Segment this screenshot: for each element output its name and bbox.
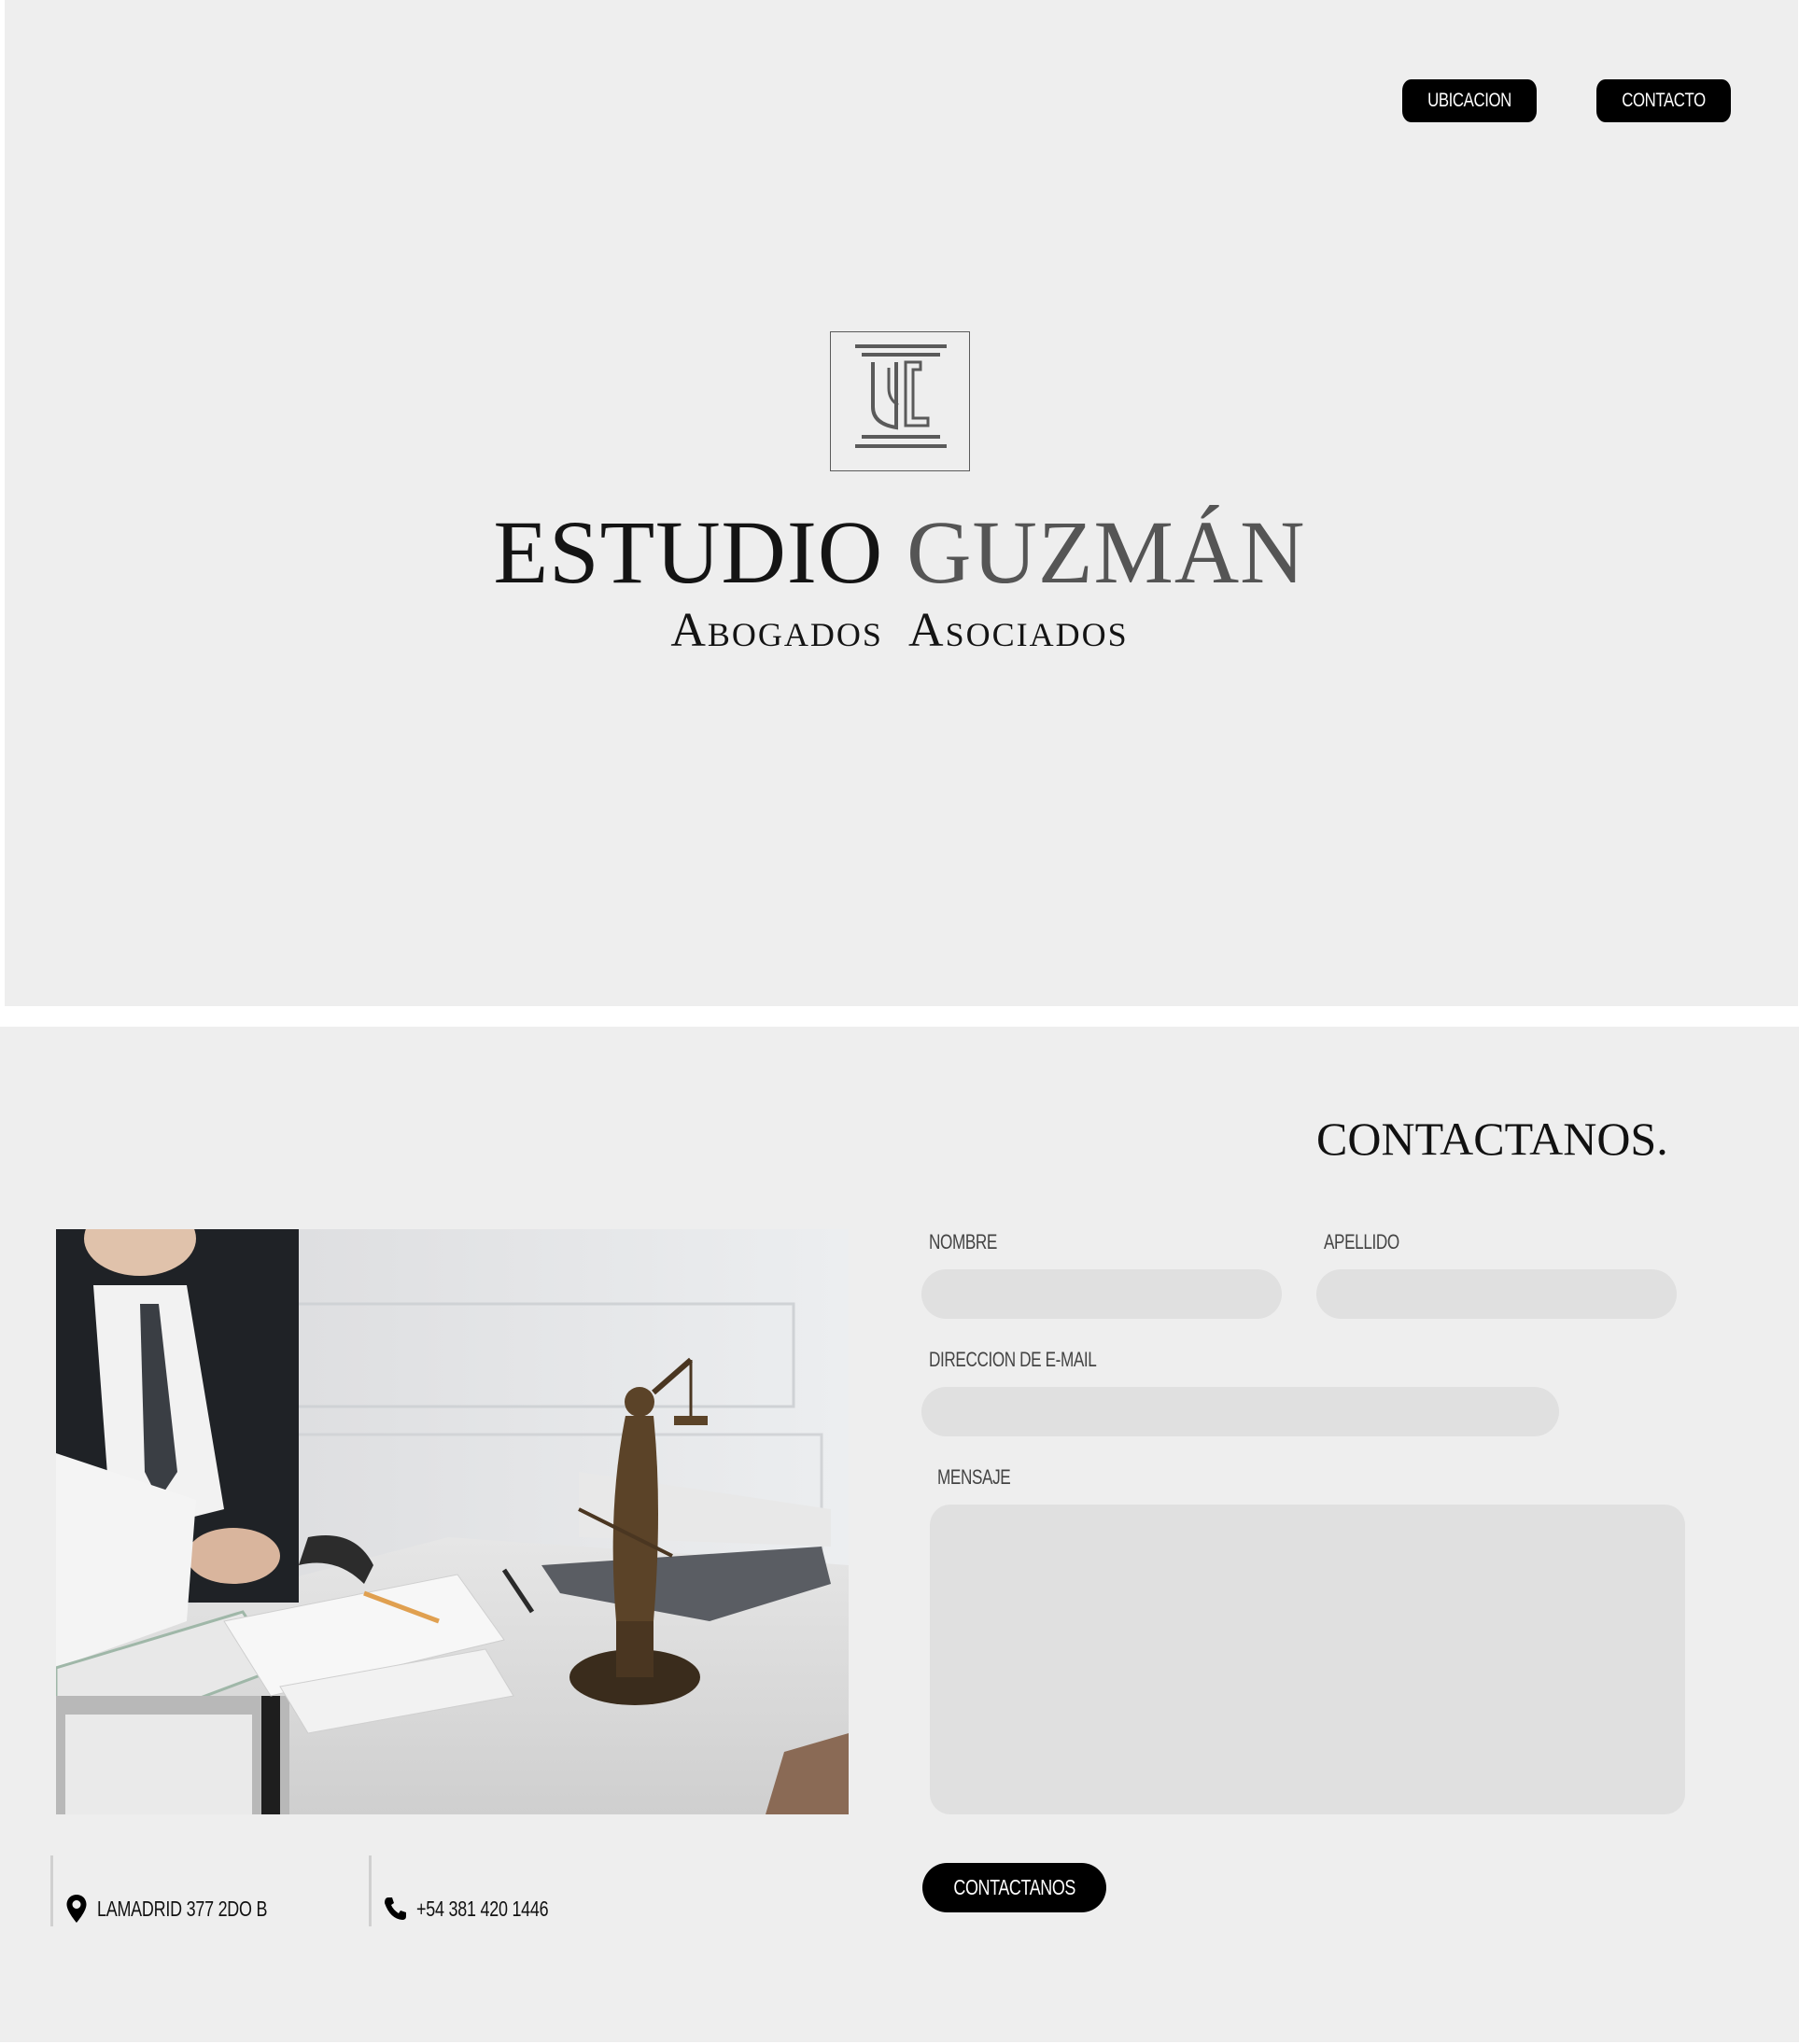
mensaje-textarea[interactable]	[930, 1505, 1685, 1814]
nombre-input[interactable]	[921, 1269, 1282, 1319]
mensaje-label: MENSAJE	[937, 1465, 1011, 1489]
nav-contacto-button[interactable]: CONTACTO	[1596, 79, 1731, 122]
submit-contactanos-button[interactable]: CONTACTANOS	[922, 1863, 1106, 1912]
map-pin-icon	[66, 1895, 87, 1923]
submit-button-label: CONTACTANOS	[953, 1875, 1075, 1899]
apellido-label: APELLIDO	[1324, 1230, 1399, 1253]
brand-name: ESTUDIO GUZMÁN	[0, 501, 1799, 604]
brand-name-part2: GUZMÁN	[907, 502, 1306, 602]
address-text: LAMADRID 377 2DO B	[97, 1896, 268, 1921]
address-info: LAMADRID 377 2DO B	[63, 1892, 316, 1925]
email-input[interactable]	[921, 1387, 1559, 1436]
brand-tagline: Abogados Asociados	[670, 604, 1129, 657]
phone-icon	[385, 1897, 406, 1920]
column-emblem-icon	[855, 344, 947, 448]
info-divider	[50, 1855, 53, 1926]
info-divider	[369, 1855, 372, 1926]
nombre-label: NOMBRE	[929, 1230, 997, 1253]
phone-text[interactable]: +54 381 420 1446	[416, 1897, 549, 1922]
contact-title: CONTACTANOS.	[1316, 1113, 1668, 1165]
apellido-input[interactable]	[1316, 1269, 1677, 1319]
office-photo	[56, 1229, 849, 1814]
email-label: DIRECCION DE E-MAIL	[929, 1348, 1097, 1371]
brand-name-part1: ESTUDIO	[493, 502, 884, 602]
lawyer-desk-image	[56, 1229, 849, 1814]
nav-ubicacion-button[interactable]: UBICACION	[1402, 79, 1537, 122]
phone-info: +54 381 420 1446	[383, 1892, 585, 1925]
logo-emblem	[830, 331, 970, 471]
